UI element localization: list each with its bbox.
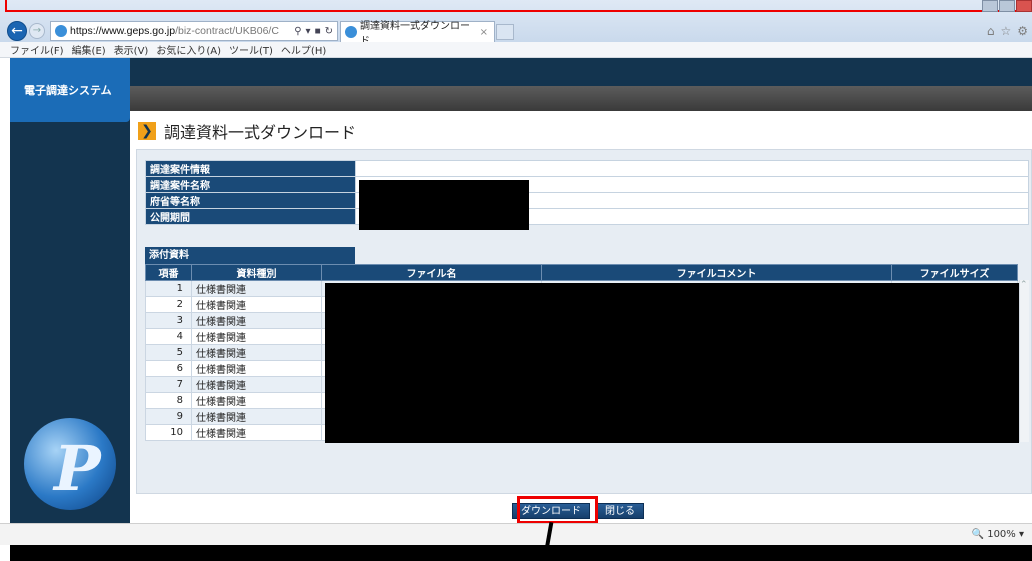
home-icon[interactable]: ⌂ bbox=[987, 24, 995, 38]
refresh-icon[interactable]: ↻ bbox=[325, 26, 333, 37]
column-header-filename: ファイル名 bbox=[321, 264, 542, 281]
ie-favicon-icon bbox=[345, 26, 357, 38]
browser-title-bar: ← → https://www.geps.go.jp /biz-contract… bbox=[0, 0, 1032, 47]
row-type: 仕様書関連 bbox=[191, 376, 322, 393]
lock-icon[interactable]: ■ bbox=[315, 26, 321, 37]
header-bar bbox=[130, 58, 1032, 86]
download-highlight-box bbox=[517, 496, 598, 524]
new-tab-button[interactable] bbox=[496, 24, 514, 40]
status-bar: 🔍 100% ▾ bbox=[0, 523, 1032, 545]
row-no: 8 bbox=[145, 392, 192, 409]
row-type: 仕様書関連 bbox=[191, 296, 322, 313]
row-no: 4 bbox=[145, 328, 192, 345]
url-host: https://www.geps.go.jp bbox=[70, 25, 176, 37]
minimize-button[interactable] bbox=[982, 0, 998, 12]
back-button[interactable]: ← bbox=[7, 21, 27, 41]
p-logo-icon: P bbox=[24, 418, 116, 510]
dropdown-arrow-icon[interactable]: ▾ bbox=[306, 26, 311, 37]
row-type: 仕様書関連 bbox=[191, 408, 322, 425]
row-no: 5 bbox=[145, 344, 192, 361]
url-path: /biz-contract/UKB06/C bbox=[175, 25, 279, 37]
menu-edit[interactable]: 編集(E) bbox=[72, 42, 106, 57]
browser-right-icons: ⌂ ☆ ⚙ bbox=[987, 24, 1028, 38]
header-subbar bbox=[130, 86, 1032, 111]
sidebar: 電子調達システム P bbox=[10, 58, 130, 523]
address-tools: ⚲ ▾ ■ ↻ bbox=[294, 26, 337, 37]
row-type: 仕様書関連 bbox=[191, 344, 322, 361]
column-header-no: 項番 bbox=[145, 264, 192, 281]
tab-close-icon[interactable]: × bbox=[480, 27, 488, 38]
annotation-box-top bbox=[5, 0, 1027, 12]
menu-view[interactable]: 表示(V) bbox=[114, 42, 149, 57]
row-type: 仕様書関連 bbox=[191, 424, 322, 441]
main-content: ❯ 調達資料一式ダウンロード 調達案件情報 調達案件名称 府省等名称 公開期間 … bbox=[130, 111, 1032, 523]
menu-tools[interactable]: ツール(T) bbox=[229, 42, 273, 57]
row-type: 仕様書関連 bbox=[191, 312, 322, 329]
info-value bbox=[355, 160, 1029, 177]
ie-favicon-icon bbox=[55, 25, 67, 37]
row-type: 仕様書関連 bbox=[191, 280, 322, 297]
redaction-box bbox=[325, 283, 1019, 443]
row-type: 仕様書関連 bbox=[191, 360, 322, 377]
redaction-box bbox=[359, 180, 529, 230]
menu-bar: ファイル(F) 編集(E) 表示(V) お気に入り(A) ツール(T) ヘルプ(… bbox=[0, 42, 1032, 58]
row-type: 仕様書関連 bbox=[191, 392, 322, 409]
search-icon[interactable]: ⚲ bbox=[294, 26, 301, 37]
info-label-case-name: 調達案件名称 bbox=[145, 176, 356, 193]
forward-button[interactable]: → bbox=[29, 23, 45, 39]
chevron-right-icon: ❯ bbox=[138, 122, 156, 140]
info-label-period: 公開期間 bbox=[145, 208, 356, 225]
row-no: 10 bbox=[145, 424, 192, 441]
column-header-type: 資料種別 bbox=[191, 264, 322, 281]
zoom-level[interactable]: 🔍 100% ▾ bbox=[972, 529, 1024, 540]
close-button[interactable]: 閉じる bbox=[596, 503, 644, 519]
sidebar-brand[interactable]: 電子調達システム bbox=[10, 58, 130, 122]
arrow-right-icon: → bbox=[32, 25, 42, 36]
gear-icon[interactable]: ⚙ bbox=[1017, 24, 1028, 38]
row-no: 1 bbox=[145, 280, 192, 297]
row-no: 9 bbox=[145, 408, 192, 425]
scroll-up-icon[interactable]: ⌃ bbox=[1020, 280, 1028, 290]
row-no: 3 bbox=[145, 312, 192, 329]
page-title: 調達資料一式ダウンロード bbox=[164, 123, 357, 142]
attachments-label: 添付資料 bbox=[145, 247, 355, 264]
content-panel: 調達案件情報 調達案件名称 府省等名称 公開期間 添付資料 項番 資料種別 ファ… bbox=[136, 149, 1032, 494]
row-no: 6 bbox=[145, 360, 192, 377]
menu-file[interactable]: ファイル(F) bbox=[10, 42, 64, 57]
menu-help[interactable]: ヘルプ(H) bbox=[281, 42, 326, 57]
info-label-ministry: 府省等名称 bbox=[145, 192, 356, 209]
arrow-left-icon: ← bbox=[11, 23, 23, 39]
address-bar[interactable]: https://www.geps.go.jp /biz-contract/UKB… bbox=[50, 21, 338, 41]
table-scrollbar[interactable]: ⌃ bbox=[1019, 280, 1029, 442]
browser-tab[interactable]: 調達資料一式ダウンロード × bbox=[340, 21, 495, 47]
column-header-comment: ファイルコメント bbox=[541, 264, 892, 281]
row-type: 仕様書関連 bbox=[191, 328, 322, 345]
info-label-case-info: 調達案件情報 bbox=[145, 160, 356, 177]
menu-favorites[interactable]: お気に入り(A) bbox=[156, 42, 221, 57]
window-controls bbox=[981, 0, 1032, 12]
page-heading: ❯ 調達資料一式ダウンロード bbox=[138, 119, 356, 143]
row-no: 7 bbox=[145, 376, 192, 393]
close-window-button[interactable] bbox=[1016, 0, 1032, 12]
zoom-value: 100% bbox=[987, 529, 1016, 540]
favorites-star-icon[interactable]: ☆ bbox=[1000, 24, 1011, 38]
column-header-size: ファイルサイズ bbox=[891, 264, 1018, 281]
maximize-button[interactable] bbox=[999, 0, 1015, 12]
taskbar-redaction bbox=[10, 545, 1032, 561]
procurement-info-table: 調達案件情報 調達案件名称 府省等名称 公開期間 bbox=[145, 160, 1029, 225]
row-no: 2 bbox=[145, 296, 192, 313]
